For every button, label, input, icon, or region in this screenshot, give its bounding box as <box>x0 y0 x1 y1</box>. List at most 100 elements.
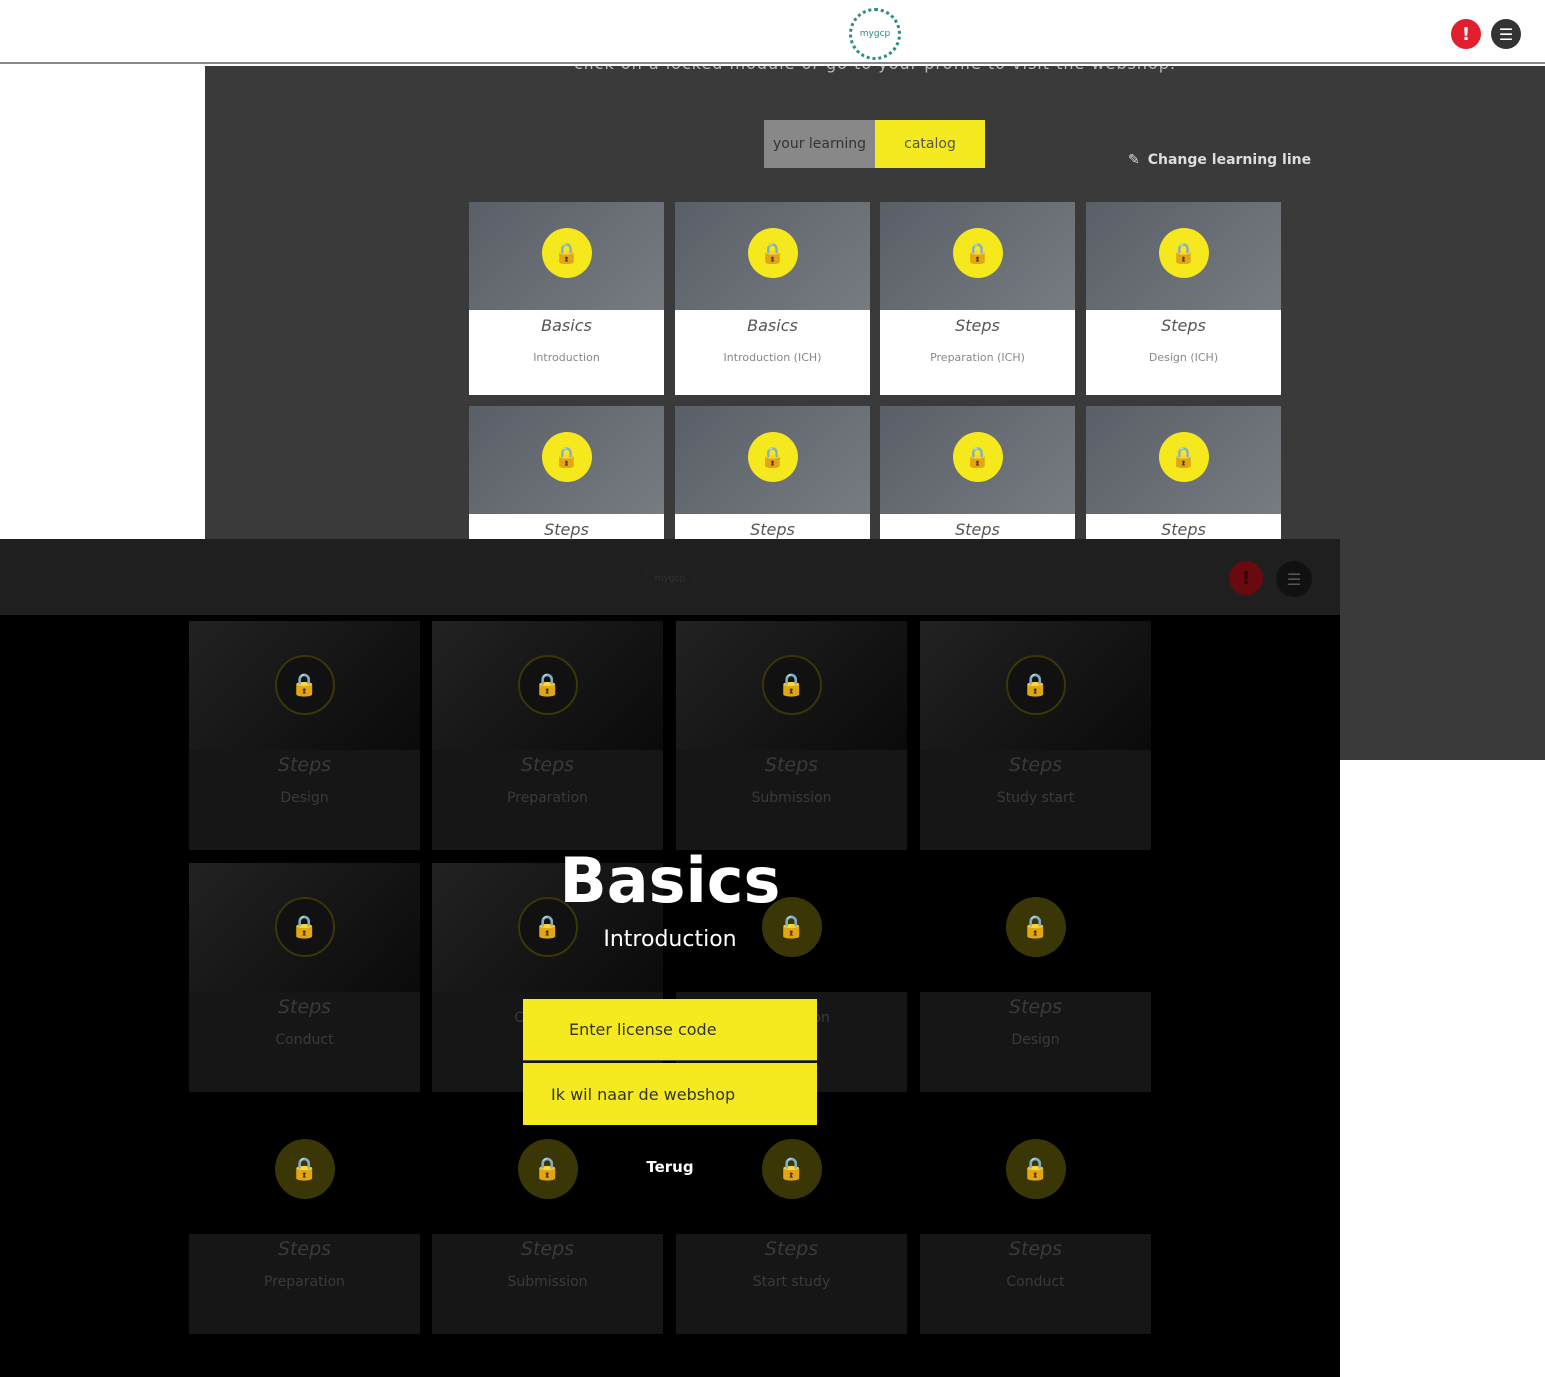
lock-icon: 🔒 <box>952 432 1003 482</box>
tab-your-learning[interactable]: your learning <box>764 120 875 168</box>
module-title: Steps <box>520 1238 575 1260</box>
module-subtitle: Submission <box>751 790 832 806</box>
module-subtitle: Start study <box>752 1274 831 1290</box>
module-subtitle: Conduct <box>1006 1274 1065 1290</box>
logo-text: mygcp <box>859 29 891 39</box>
alert-icon[interactable]: ! <box>1451 19 1481 49</box>
lock-icon: 🔒 <box>517 1139 578 1199</box>
module-image: 🔒 <box>469 202 664 310</box>
module-image: 🔒 <box>189 863 420 992</box>
module-image: 🔒 <box>1086 202 1281 310</box>
menu-icon[interactable]: ☰ <box>1491 19 1521 49</box>
module-title <box>676 992 907 996</box>
module-image: 🔒 <box>469 406 664 514</box>
module-image: 🔒 <box>880 202 1075 310</box>
change-learning-line-label: Change learning line <box>1147 152 1312 168</box>
lock-icon: 🔒 <box>517 655 578 715</box>
module-image: 🔒 <box>189 621 420 750</box>
tab-catalog[interactable]: catalog <box>875 120 985 168</box>
module-card[interactable]: 🔒 Steps Design (ICH) <box>1086 202 1281 395</box>
module-title: Basics <box>747 316 798 335</box>
module-card[interactable]: 🔒 Steps Start study <box>676 1105 907 1334</box>
module-subtitle: Preparation <box>264 1274 345 1290</box>
module-card[interactable]: 🔒 Steps <box>469 406 664 540</box>
lock-icon: 🔒 <box>1158 432 1209 482</box>
module-title: Steps <box>955 520 1000 539</box>
change-learning-line-link[interactable]: ✎ Change learning line <box>1128 152 1311 168</box>
module-card[interactable]: 🔒 Steps Submission <box>432 1105 663 1334</box>
lock-icon: 🔒 <box>952 228 1003 278</box>
mygcp-logo[interactable]: mygcp <box>644 553 696 605</box>
lock-icon: 🔒 <box>274 655 335 715</box>
module-image: 🔒 <box>1086 406 1281 514</box>
webshop-button[interactable]: Ik wil naar de webshop <box>523 1063 817 1125</box>
edit-icon: ✎ <box>1128 152 1140 168</box>
lock-icon: 🔒 <box>541 228 592 278</box>
module-title: Steps <box>544 520 589 539</box>
module-title <box>432 992 663 996</box>
module-image: 🔒 <box>432 621 663 750</box>
lock-icon: 🔒 <box>1005 1139 1066 1199</box>
module-card[interactable]: 🔒 Steps <box>1086 406 1281 540</box>
module-title: Steps <box>1008 754 1063 776</box>
module-subtitle: Submission <box>507 1274 588 1290</box>
lock-icon: 🔒 <box>1005 897 1066 957</box>
lock-icon: 🔒 <box>761 655 822 715</box>
module-card[interactable]: 🔒 Steps Conduct <box>189 863 420 1092</box>
menu-icon[interactable]: ☰ <box>1276 561 1312 597</box>
module-card[interactable]: 🔒 Steps Design <box>189 621 420 850</box>
module-image: 🔒 <box>920 1105 1151 1234</box>
module-image: 🔒 <box>880 406 1075 514</box>
module-subtitle: Introduction (ICH) <box>723 351 822 364</box>
module-title: Steps <box>764 1238 819 1260</box>
module-subtitle: Introduction <box>533 351 600 364</box>
module-card[interactable]: 🔒 Steps Design <box>920 863 1151 1092</box>
module-card[interactable]: 🔒 Basics Introduction <box>469 202 664 395</box>
module-title: Basics <box>541 316 592 335</box>
module-card[interactable]: 🔒 Steps Preparation <box>189 1105 420 1334</box>
module-card[interactable]: 🔒 Steps <box>880 406 1075 540</box>
module-image: 🔒 <box>675 202 870 310</box>
modal-subtitle: Introduction <box>603 927 737 952</box>
enter-license-code-button[interactable]: Enter license code <box>523 999 817 1061</box>
top-header: mygcp ! ☰ <box>0 0 1545 64</box>
back-link[interactable]: Terug <box>570 1158 770 1176</box>
modal-title: Basics <box>559 844 781 917</box>
module-title: Steps <box>1008 996 1063 1018</box>
module-title: Steps <box>1008 1238 1063 1260</box>
lock-icon: 🔒 <box>274 897 335 957</box>
module-image: 🔒 <box>920 621 1151 750</box>
module-subtitle: Conduct <box>275 1032 334 1048</box>
module-title: Steps <box>277 754 332 776</box>
alert-icon[interactable]: ! <box>1229 561 1263 595</box>
module-title: Steps <box>764 754 819 776</box>
module-card[interactable]: 🔒 Steps Submission <box>676 621 907 850</box>
module-image: 🔒 <box>675 406 870 514</box>
module-card[interactable]: 🔒 Steps Conduct <box>920 1105 1151 1334</box>
module-subtitle: Preparation (ICH) <box>930 351 1025 364</box>
module-title: Steps <box>955 316 1000 335</box>
logo-text: mygcp <box>654 574 686 584</box>
module-title: Steps <box>750 520 795 539</box>
lock-icon: 🔒 <box>761 1139 822 1199</box>
lock-icon: 🔒 <box>1158 228 1209 278</box>
modal-overlay-page: mygcp ! ☰ 🔒 Steps Design 🔒 Steps Preparat… <box>0 539 1340 1377</box>
module-title: Steps <box>1161 520 1206 539</box>
module-card[interactable]: 🔒 Steps <box>675 406 870 540</box>
module-subtitle: Design <box>1011 1032 1060 1048</box>
module-subtitle: Study start <box>996 790 1075 806</box>
module-title: Steps <box>1161 316 1206 335</box>
module-card[interactable]: 🔒 Steps Preparation (ICH) <box>880 202 1075 395</box>
module-card[interactable]: 🔒 Steps Preparation <box>432 621 663 850</box>
lock-icon: 🔒 <box>1005 655 1066 715</box>
module-image: 🔒 <box>676 621 907 750</box>
lock-icon: 🔒 <box>274 1139 335 1199</box>
lock-icon: 🔒 <box>541 432 592 482</box>
lock-icon: 🔒 <box>747 228 798 278</box>
module-card[interactable]: 🔒 Basics Introduction (ICH) <box>675 202 870 395</box>
module-subtitle: Design <box>280 790 329 806</box>
module-card[interactable]: 🔒 Steps Study start <box>920 621 1151 850</box>
module-subtitle: Design (ICH) <box>1148 351 1219 364</box>
mygcp-logo[interactable]: mygcp <box>849 8 901 60</box>
module-title: Steps <box>520 754 575 776</box>
